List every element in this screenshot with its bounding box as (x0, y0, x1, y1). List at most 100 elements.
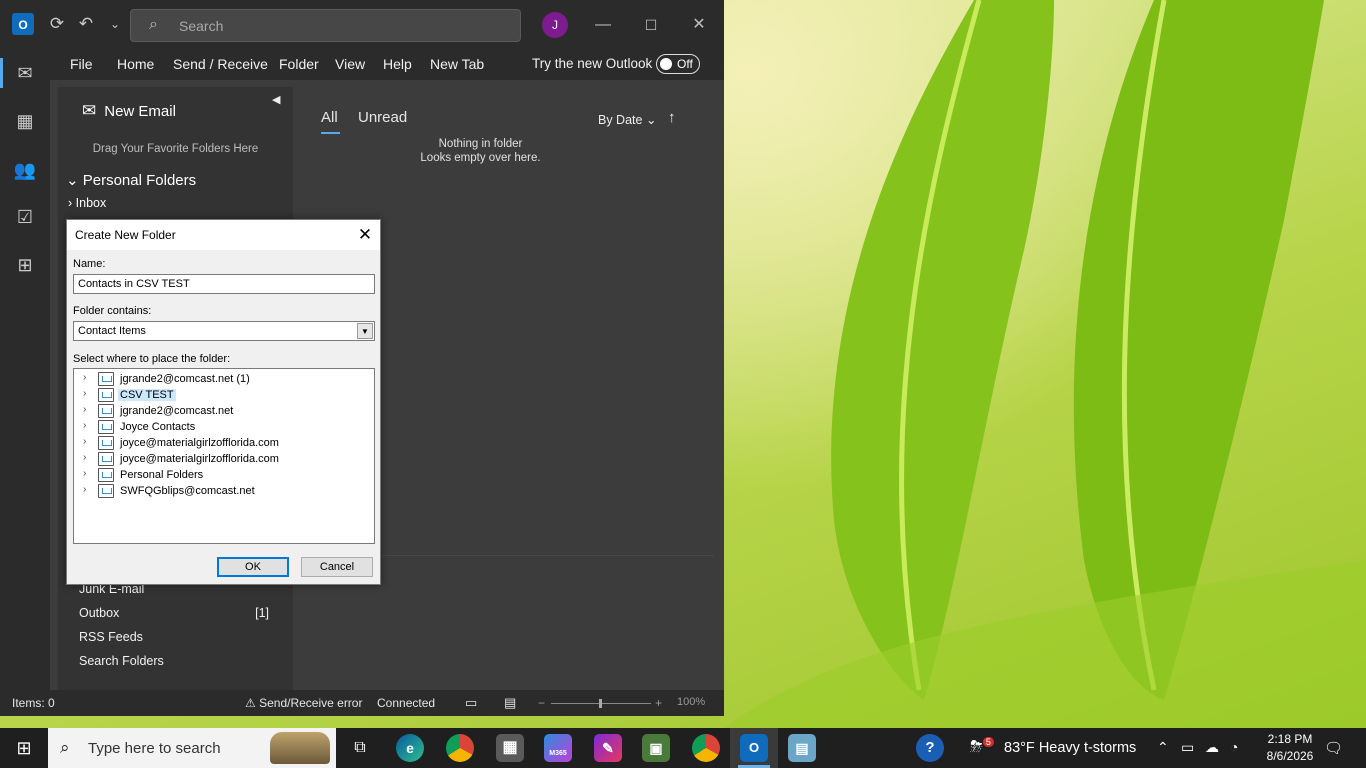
personal-folders-header[interactable]: ⌄ Personal Folders (66, 171, 196, 189)
folder-inbox[interactable]: › Inbox (68, 196, 106, 210)
tasks-icon[interactable]: ☑ (12, 204, 38, 230)
menu-folder[interactable]: Folder (279, 56, 319, 72)
chrome-profile-icon[interactable] (692, 734, 720, 762)
mailbox-icon (98, 372, 114, 386)
mail-icon[interactable]: ✉ (12, 60, 38, 86)
tree-item[interactable]: › joyce@materialgirlzofflorida.com (74, 451, 374, 467)
menu-home[interactable]: Home (117, 56, 154, 72)
notification-icon[interactable]: 🗨 (1324, 739, 1343, 757)
mailbox-icon (98, 420, 114, 434)
weather-storm-icon[interactable]: ⛈ 5 (970, 737, 994, 756)
tree-item[interactable]: › jgrande2@comcast.net (1) (74, 371, 374, 387)
dialog-close-icon[interactable]: ✕ (352, 223, 378, 247)
wifi-icon[interactable]: ◔ (1230, 739, 1238, 755)
onedrive-icon[interactable]: ☁ (1205, 739, 1219, 756)
undo-icon[interactable]: ↶ (74, 12, 98, 36)
photos-icon[interactable]: ▣ (642, 734, 670, 762)
clock-date[interactable]: 8/6/2026 (1260, 749, 1320, 763)
tree-item-label: joyce@materialgirlzofflorida.com (120, 453, 279, 465)
sort-direction-icon[interactable]: ↑ (668, 109, 676, 126)
m365-icon[interactable]: M365 (544, 734, 572, 762)
expand-icon[interactable]: › (83, 420, 86, 431)
show-hidden-icons-icon[interactable]: ⌃ (1157, 739, 1169, 756)
menu-file[interactable]: File (70, 56, 93, 72)
sync-icon[interactable]: ⟳ (45, 12, 69, 36)
leaf-illustration (724, 0, 1366, 728)
paint-icon[interactable]: ✎ (594, 734, 622, 762)
tab-unread[interactable]: Unread (358, 109, 407, 126)
send-receive-error[interactable]: ⚠ Send/Receive error (245, 696, 362, 710)
customize-toolbar-icon[interactable]: ⌄ (103, 12, 127, 36)
mailbox-icon (98, 436, 114, 450)
chevron-down-icon[interactable]: ▼ (357, 323, 373, 339)
outlook-logo-icon: O (12, 13, 34, 35)
apps-icon[interactable]: ⊞ (12, 252, 38, 278)
tree-item[interactable]: › SWFQGblips@comcast.net (74, 483, 374, 499)
folder-outbox[interactable]: Outbox [1] (79, 606, 269, 620)
zoom-out-icon[interactable]: − (538, 696, 545, 710)
warning-icon: ⚠ (245, 696, 260, 710)
maximize-button[interactable]: ☐ (636, 12, 666, 38)
calculator-icon[interactable]: ▦ (496, 734, 524, 762)
search-icon: ⌕ (149, 16, 158, 33)
battery-icon[interactable]: ▭ (1181, 739, 1194, 756)
empty-folder-subtitle: Looks empty over here. (420, 152, 541, 164)
tree-item[interactable]: › Joyce Contacts (74, 419, 374, 435)
mailbox-icon (98, 452, 114, 466)
edge-icon[interactable]: e (396, 734, 424, 762)
active-indicator (0, 58, 3, 88)
folder-label: Search Folders (79, 654, 164, 668)
calendar-icon[interactable]: ▦ (12, 108, 38, 134)
divider (381, 555, 714, 556)
clock-time[interactable]: 2:18 PM (1260, 732, 1320, 746)
taskbar-search-input[interactable]: ⌕ Type here to search (48, 728, 336, 768)
folder-tree: › jgrande2@comcast.net (1) › CSV TEST › jgr… (73, 368, 375, 544)
ok-button[interactable]: OK (217, 557, 289, 577)
create-new-folder-dialog: Create New Folder ✕ Name: Folder contain… (66, 219, 381, 585)
menu-send-receive[interactable]: Send / Receive (173, 56, 268, 72)
tree-item[interactable]: › joyce@materialgirlzofflorida.com (74, 435, 374, 451)
chrome-icon[interactable] (446, 734, 474, 762)
inbox-label: Inbox (75, 196, 107, 210)
cancel-button[interactable]: Cancel (301, 557, 373, 577)
minimize-button[interactable]: — (588, 12, 618, 38)
avatar[interactable]: J (542, 12, 568, 38)
zoom-in-icon[interactable]: + (655, 696, 662, 710)
expand-icon[interactable]: › (83, 372, 86, 383)
notepad-icon[interactable]: ▤ (788, 734, 816, 762)
folder-contains-select[interactable]: Contact Items ▼ (73, 321, 375, 341)
expand-icon[interactable]: › (83, 388, 86, 399)
search-input[interactable]: ⌕ Search (130, 9, 521, 42)
menu-help[interactable]: Help (383, 56, 412, 72)
tree-item[interactable]: › jgrande2@comcast.net (74, 403, 374, 419)
task-view-icon[interactable]: ⧉ (346, 734, 374, 762)
zoom-slider-thumb[interactable] (599, 699, 602, 708)
reading-view-icon[interactable]: ▤ (504, 695, 516, 711)
tree-item-selected[interactable]: › CSV TEST (74, 387, 374, 403)
expand-icon[interactable]: › (83, 468, 86, 479)
outlook-taskbar-button[interactable]: O (730, 728, 778, 768)
expand-icon[interactable]: › (83, 452, 86, 463)
folder-search-folders[interactable]: Search Folders (79, 654, 269, 668)
tree-item[interactable]: › Personal Folders (74, 467, 374, 483)
collapse-pane-icon[interactable]: ◀ (272, 93, 280, 106)
menu-new-tab[interactable]: New Tab (430, 56, 484, 72)
expand-icon[interactable]: › (83, 436, 86, 447)
expand-icon[interactable]: › (83, 484, 86, 495)
folder-rss-feeds[interactable]: RSS Feeds (79, 630, 269, 644)
weather-text[interactable]: 83°F Heavy t-storms (1004, 740, 1136, 756)
help-icon[interactable]: ? (916, 734, 944, 762)
new-email-button[interactable]: ✉ New Email (82, 101, 176, 121)
close-button[interactable]: ✕ (684, 12, 714, 38)
sort-dropdown[interactable]: By Date ⌄ (598, 112, 656, 127)
tab-all[interactable]: All (321, 109, 338, 126)
expand-icon[interactable]: › (83, 404, 86, 415)
folder-name-input[interactable] (73, 274, 375, 294)
people-icon[interactable]: 👥 (12, 157, 38, 183)
mailbox-icon (98, 468, 114, 482)
normal-view-icon[interactable]: ▭ (465, 695, 477, 711)
new-outlook-toggle[interactable]: Off (656, 54, 700, 74)
tree-item-label: joyce@materialgirlzofflorida.com (120, 437, 279, 449)
windows-start-icon[interactable]: ⊞ (0, 728, 48, 768)
menu-view[interactable]: View (335, 56, 365, 72)
